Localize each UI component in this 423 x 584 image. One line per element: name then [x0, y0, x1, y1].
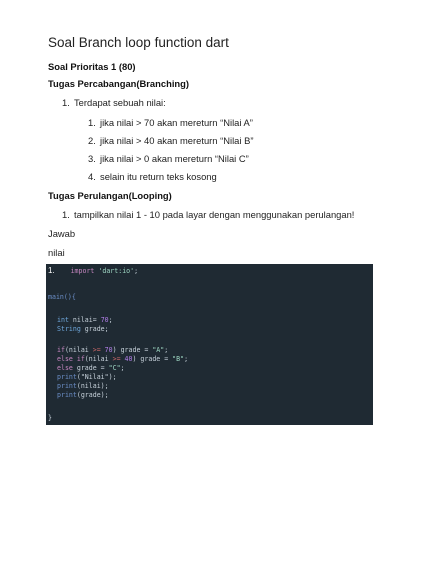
code-line-else-if: else if(nilai >= 40) grade = "B"; [57, 355, 189, 363]
code-line-main: main(){ [48, 293, 76, 301]
jawab-label: Jawab [48, 228, 76, 239]
document-title: Soal Branch loop function dart [48, 35, 229, 50]
branching-item: 1. Terdapat sebuah nilai: [62, 97, 166, 108]
nilai-label: nilai [48, 247, 65, 258]
branching-subitem-3: 3. jika nilai > 0 akan mereturn “Nilai C” [88, 153, 249, 164]
code-line-print-nilai: print(nilai); [57, 382, 109, 390]
branching-subitem-4: 4. selain itu return teks kosong [88, 171, 217, 182]
code-line-string: String grade; [57, 325, 109, 333]
code-line-if: if(nilai >= 70) grade = "A"; [57, 346, 169, 354]
document-page: Soal Branch loop function dart Soal Prio… [0, 0, 423, 584]
looping-heading: Tugas Perulangan(Looping) [48, 190, 172, 201]
code-line-print-grade: print(grade); [57, 391, 109, 399]
code-line-print-label: print("Nilai"); [57, 373, 117, 381]
code-line-closing: } [48, 414, 52, 422]
looping-item: 1. tampilkan nilai 1 - 10 pada layar deng… [62, 209, 355, 220]
branching-subitem-2: 2. jika nilai > 40 akan mereturn “Nilai B… [88, 135, 254, 146]
code-line-import: 1. import 'dart:io'; [48, 266, 139, 275]
branching-subitem-1: 1. jika nilai > 70 akan mereturn “Nilai A… [88, 117, 253, 128]
branching-heading: Tugas Percabangan(Branching) [48, 78, 189, 89]
code-line-else: else grade = "C"; [57, 364, 125, 372]
code-block: 1. import 'dart:io'; main(){ int nilai= … [46, 264, 373, 425]
priority-heading: Soal Prioritas 1 (80) [48, 61, 136, 72]
code-line-int: int nilai= 70; [57, 316, 113, 324]
